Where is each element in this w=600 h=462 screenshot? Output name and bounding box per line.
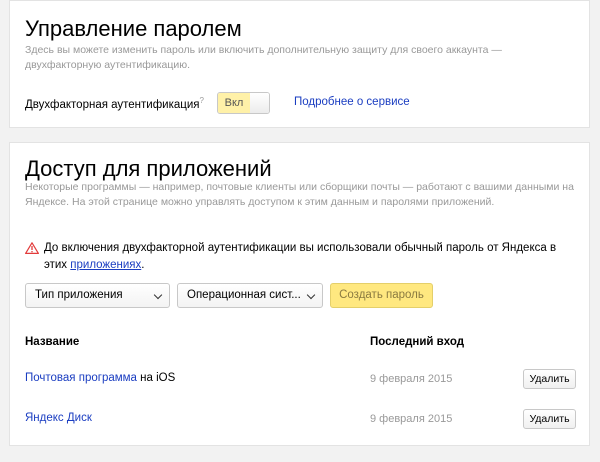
warning-icon xyxy=(25,242,39,254)
chevron-down-icon xyxy=(153,290,163,300)
create-password-button[interactable]: Создать пароль xyxy=(330,283,433,308)
more-about-service-link[interactable]: Подробнее о сервисе xyxy=(294,96,410,108)
app-type-select-value: Тип приложения xyxy=(35,289,123,301)
last-login-date: 9 февраля 2015 xyxy=(370,373,453,385)
delete-button[interactable]: Удалить xyxy=(523,369,576,389)
app-name: Яндекс Диск xyxy=(25,412,92,424)
delete-button[interactable]: Удалить xyxy=(523,409,576,429)
app-type-select[interactable]: Тип приложения xyxy=(25,283,170,308)
app-name-link[interactable]: Почтовая программа xyxy=(25,372,137,384)
column-header-name: Название xyxy=(25,336,80,348)
password-management-card: Управление паролем Здесь вы можете измен… xyxy=(9,0,590,128)
toggle-on-label: Вкл xyxy=(218,93,251,113)
password-section-description: Здесь вы можете изменить пароль или вклю… xyxy=(25,44,502,71)
apps-section-title: Доступ для приложений xyxy=(25,156,272,181)
toggle-knob xyxy=(250,93,269,113)
applications-link[interactable]: приложениях xyxy=(70,259,141,271)
password-section-title: Управление паролем xyxy=(25,16,242,41)
app-access-card: Доступ для приложений Некоторые программ… xyxy=(9,142,590,446)
app-name-link[interactable]: Яндекс Диск xyxy=(25,412,92,424)
table-row: Почтовая программа на iOS 9 февраля 2015… xyxy=(10,367,591,391)
last-login-date: 9 февраля 2015 xyxy=(370,413,453,425)
app-name: Почтовая программа на iOS xyxy=(25,372,175,384)
two-factor-toggle[interactable]: Вкл xyxy=(217,92,270,114)
table-row: Яндекс Диск 9 февраля 2015 Удалить xyxy=(10,407,591,431)
app-name-suffix: на iOS xyxy=(136,372,176,384)
two-factor-label: Двухфакторная аутентификация? xyxy=(25,96,204,111)
two-factor-label-text: Двухфакторная аутентификация xyxy=(25,98,200,111)
apps-section-description: Некоторые программы — например, почтовые… xyxy=(25,181,574,208)
column-header-last-login: Последний вход xyxy=(370,336,465,348)
warning-end: . xyxy=(141,259,145,271)
chevron-down-icon xyxy=(306,290,316,300)
warning-message: До включения двухфакторной аутентификаци… xyxy=(44,240,579,274)
os-select-value: Операционная сист... xyxy=(187,289,301,301)
os-select[interactable]: Операционная сист... xyxy=(177,283,323,308)
help-icon[interactable]: ? xyxy=(200,96,204,105)
